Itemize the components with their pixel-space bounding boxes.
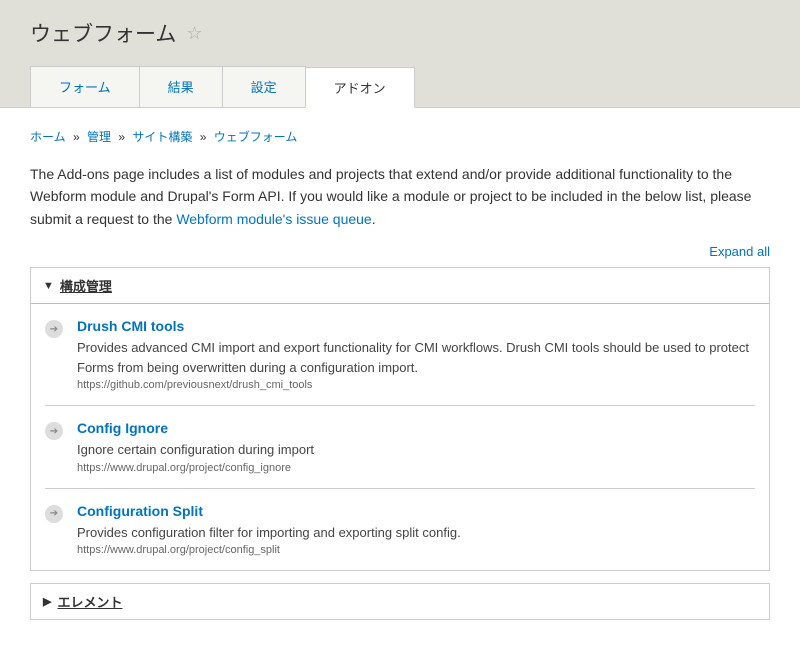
breadcrumb-sep: »: [73, 130, 80, 144]
tab-settings[interactable]: 設定: [222, 66, 306, 107]
chevron-right-icon[interactable]: ➔: [45, 422, 63, 440]
section-header-config[interactable]: ▼ 構成管理: [31, 268, 769, 304]
chevron-right-icon[interactable]: ➔: [45, 505, 63, 523]
intro-text: The Add-ons page includes a list of modu…: [30, 163, 770, 230]
item-desc: Provides advanced CMI import and export …: [77, 338, 755, 377]
tab-addons[interactable]: アドオン: [305, 67, 415, 108]
arrow-right-icon: ▶: [43, 595, 51, 608]
breadcrumb-sep: »: [118, 130, 125, 144]
list-item: ➔ Drush CMI tools Provides advanced CMI …: [45, 304, 755, 406]
list-item: ➔ Config Ignore Ignore certain configura…: [45, 406, 755, 489]
section-header-element[interactable]: ▶ エレメント: [31, 584, 769, 619]
arrow-down-icon: ▼: [43, 280, 54, 292]
breadcrumb-sep: »: [200, 130, 207, 144]
breadcrumb-home[interactable]: ホーム: [30, 130, 66, 144]
item-body: Configuration Split Provides configurati…: [77, 503, 755, 557]
list-item: ➔ Configuration Split Provides configura…: [45, 489, 755, 571]
breadcrumb: ホーム » 管理 » サイト構築 » ウェブフォーム: [30, 128, 770, 145]
item-body: Drush CMI tools Provides advanced CMI im…: [77, 318, 755, 391]
section-config: ▼ 構成管理 ➔ Drush CMI tools Provides advanc…: [30, 267, 770, 571]
item-url: https://www.drupal.org/project/config_ig…: [77, 462, 755, 474]
item-desc: Ignore certain configuration during impo…: [77, 440, 755, 460]
chevron-right-icon[interactable]: ➔: [45, 320, 63, 338]
content: ホーム » 管理 » サイト構築 » ウェブフォーム The Add-ons p…: [0, 108, 800, 652]
item-title-link[interactable]: Configuration Split: [77, 503, 203, 519]
breadcrumb-structure[interactable]: サイト構築: [132, 130, 192, 144]
title-row: ウェブフォーム ☆: [30, 18, 770, 66]
star-icon[interactable]: ☆: [186, 23, 202, 44]
section-label: エレメント: [57, 592, 122, 611]
item-body: Config Ignore Ignore certain configurati…: [77, 420, 755, 474]
header-bar: ウェブフォーム ☆ フォーム 結果 設定 アドオン: [0, 0, 800, 108]
expand-all-row: Expand all: [30, 244, 770, 259]
section-label: 構成管理: [60, 276, 112, 295]
tab-form[interactable]: フォーム: [30, 66, 140, 107]
section-element: ▶ エレメント: [30, 583, 770, 620]
item-title-link[interactable]: Config Ignore: [77, 420, 168, 436]
item-desc: Provides configuration filter for import…: [77, 523, 755, 543]
intro-link[interactable]: Webform module's issue queue: [176, 211, 371, 227]
expand-all-link[interactable]: Expand all: [709, 244, 770, 259]
tab-results[interactable]: 結果: [139, 66, 223, 107]
item-title-link[interactable]: Drush CMI tools: [77, 318, 184, 334]
breadcrumb-webform[interactable]: ウェブフォーム: [214, 130, 298, 144]
item-url: https://github.com/previousnext/drush_cm…: [77, 379, 755, 391]
page-title: ウェブフォーム: [30, 18, 176, 48]
section-body: ➔ Drush CMI tools Provides advanced CMI …: [31, 304, 769, 570]
tabs: フォーム 結果 設定 アドオン: [30, 66, 770, 107]
intro-before: The Add-ons page includes a list of modu…: [30, 166, 751, 227]
intro-after: .: [372, 211, 376, 227]
breadcrumb-admin[interactable]: 管理: [87, 130, 111, 144]
item-url: https://www.drupal.org/project/config_sp…: [77, 544, 755, 556]
